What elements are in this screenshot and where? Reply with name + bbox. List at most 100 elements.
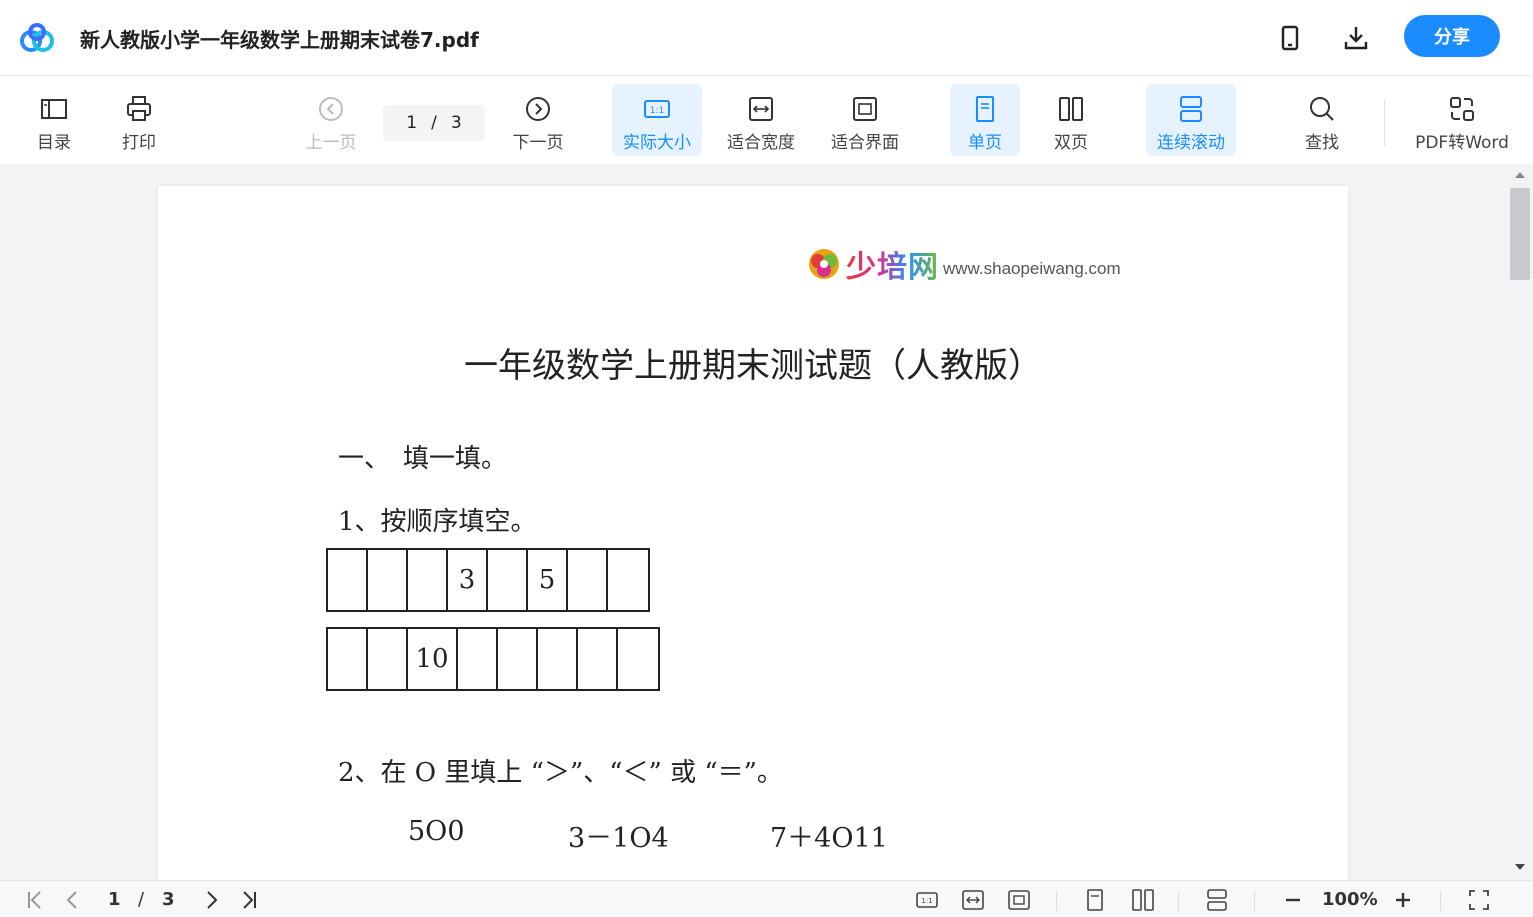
zoom-out-button[interactable] [1280, 887, 1306, 913]
status-continuous-button[interactable] [1204, 887, 1230, 913]
double-page-icon [1059, 97, 1083, 121]
svg-text:1:1: 1:1 [650, 106, 664, 116]
single-page-icon [976, 96, 994, 122]
actual-size-label: 实际大小 [623, 133, 691, 153]
continuous-scroll-label: 连续滚动 [1157, 133, 1225, 153]
minus-icon [1286, 898, 1300, 902]
single-page-label: 单页 [968, 133, 1002, 153]
fit-width-small-icon [962, 890, 984, 910]
single-page-small-icon [1087, 889, 1103, 911]
share-button[interactable]: 分享 [1404, 15, 1500, 57]
next-page-button[interactable]: 下一页 [505, 84, 571, 156]
prev-page-button[interactable]: 上一页 [298, 84, 364, 156]
grid-cell: 5 [528, 550, 568, 610]
fit-width-button[interactable]: 适合宽度 [718, 84, 804, 156]
toc-icon [41, 99, 67, 119]
sequence-grid-row-2: 10 [326, 627, 660, 691]
toc-label: 目录 [37, 133, 71, 153]
grid-cell [538, 629, 578, 689]
fit-width-label: 适合宽度 [727, 133, 795, 153]
next-circle-icon [526, 97, 550, 121]
status-divider [1440, 891, 1441, 911]
expression-3: 7＋4O11 [770, 823, 888, 854]
grid-cell: 10 [408, 629, 458, 689]
grid-cell [458, 629, 498, 689]
zoom-in-button[interactable] [1390, 887, 1416, 913]
fit-page-label: 适合界面 [831, 133, 899, 153]
next-page-small-button[interactable] [198, 887, 224, 913]
title-bar: 新人教版小学一年级数学上册期末试卷7.pdf 分享 [0, 0, 1533, 76]
print-label: 打印 [122, 133, 156, 153]
expression-1: 5O0 [408, 816, 465, 847]
sequence-grid-row-1: 35 [326, 548, 650, 612]
grid-cell [578, 629, 618, 689]
fit-width-icon [749, 97, 773, 121]
toolbar: 目录 打印 上一页 下一页 1:1 实际大小 适合宽度 适合界面 单页 双页 连… [0, 76, 1533, 164]
status-divider [1056, 891, 1057, 911]
scroll-up-arrow-icon[interactable] [1512, 168, 1528, 182]
double-page-small-icon [1132, 889, 1154, 911]
grid-cell [608, 550, 648, 610]
download-icon[interactable] [1340, 22, 1372, 54]
prev-circle-icon [319, 97, 343, 121]
toolbar-total-pages: 3 [450, 113, 462, 133]
grid-cell [488, 550, 528, 610]
next-page-label: 下一页 [512, 133, 564, 153]
search-button[interactable]: 查找 [1292, 84, 1352, 156]
chevron-right-icon [207, 891, 218, 909]
last-page-icon [243, 891, 256, 909]
double-page-button[interactable]: 双页 [1036, 84, 1106, 156]
phone-icon[interactable] [1274, 22, 1306, 54]
document-viewer[interactable]: 少培网 www.shaopeiwang.com 一年级数学上册期末测试题（人教版… [0, 164, 1533, 880]
fullscreen-icon [1469, 890, 1489, 910]
status-double-page-button[interactable] [1130, 887, 1156, 913]
pdf-to-word-label: PDF转Word [1415, 133, 1509, 153]
continuous-small-icon [1207, 889, 1227, 911]
toc-button[interactable]: 目录 [26, 84, 82, 156]
first-page-button[interactable] [22, 887, 48, 913]
actual-size-button[interactable]: 1:1 实际大小 [612, 84, 702, 156]
grid-cell: 3 [448, 550, 488, 610]
baidu-cloud-logo [20, 23, 54, 52]
status-actual-size-button[interactable]: 1:1 [914, 887, 940, 913]
brand-logo: 少培网 www.shaopeiwang.com [806, 242, 1121, 286]
grid-cell [568, 550, 608, 610]
fit-page-button[interactable]: 适合界面 [822, 84, 908, 156]
file-title: 新人教版小学一年级数学上册期末试卷7.pdf [80, 28, 479, 52]
status-total-pages: 3 [162, 889, 175, 910]
status-single-page-button[interactable] [1082, 887, 1108, 913]
prev-page-small-button[interactable] [60, 887, 86, 913]
brand-url: www.shaopeiwang.com [943, 259, 1121, 278]
search-label: 查找 [1305, 133, 1339, 153]
double-page-label: 双页 [1054, 133, 1088, 153]
print-button[interactable]: 打印 [111, 84, 167, 156]
actual-size-icon: 1:1 [644, 100, 670, 118]
status-fit-width-button[interactable] [960, 887, 986, 913]
status-divider [1178, 891, 1179, 911]
grid-cell [328, 629, 368, 689]
single-page-button[interactable]: 单页 [950, 84, 1020, 156]
fullscreen-button[interactable] [1466, 887, 1492, 913]
expression-2: 3－1O4 [568, 823, 669, 854]
question-2: 2、在 O 里填上 “＞”、“＜” 或 “＝”。 [338, 758, 783, 788]
grid-cell [618, 629, 658, 689]
brand-name: 少培网 [846, 242, 939, 286]
last-page-button[interactable] [236, 887, 262, 913]
prev-page-label: 上一页 [305, 133, 357, 153]
page-number-input[interactable]: 1 / 3 [383, 105, 485, 141]
zoom-level: 100% [1322, 889, 1378, 910]
continuous-scroll-button[interactable]: 连续滚动 [1146, 84, 1236, 156]
status-page-separator: / [138, 889, 145, 910]
status-fit-page-button[interactable] [1006, 887, 1032, 913]
pdf-to-word-button[interactable]: PDF转Word [1408, 84, 1516, 156]
grid-cell [408, 550, 448, 610]
convert-icon [1450, 97, 1474, 121]
pdf-page: 少培网 www.shaopeiwang.com 一年级数学上册期末测试题（人教版… [158, 186, 1348, 880]
section-heading: 一、 填一填。 [338, 444, 508, 474]
grid-cell [368, 629, 408, 689]
plus-icon [1396, 893, 1410, 907]
scrollbar-thumb[interactable] [1510, 188, 1530, 280]
first-page-icon [28, 891, 41, 909]
grid-cell [368, 550, 408, 610]
scroll-down-arrow-icon[interactable] [1512, 860, 1528, 874]
